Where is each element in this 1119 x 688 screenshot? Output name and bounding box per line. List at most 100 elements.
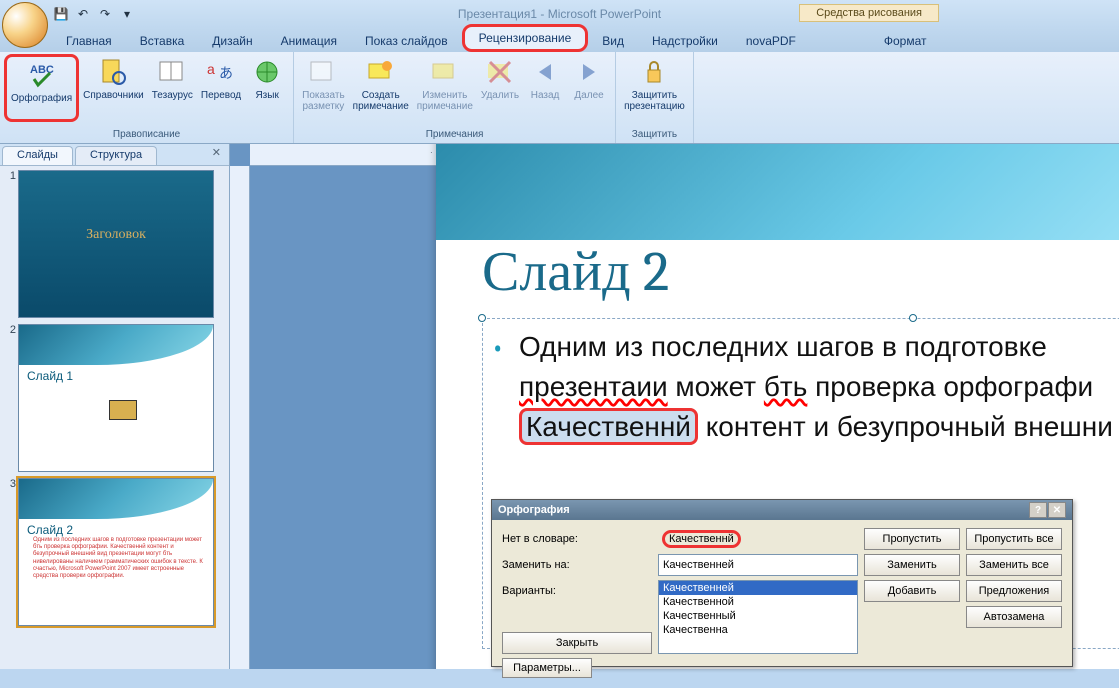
thumb-3-title: Слайд 2 xyxy=(27,523,73,537)
not-in-dict-label: Нет в словаре: xyxy=(502,533,652,545)
tab-animation[interactable]: Анимация xyxy=(267,30,351,52)
group-comments-label: Примечания xyxy=(294,127,615,143)
language-icon xyxy=(251,56,283,88)
tab-view[interactable]: Вид xyxy=(588,30,638,52)
new-comment-button[interactable]: Создать примечание xyxy=(349,54,413,122)
lock-icon xyxy=(638,56,670,88)
research-label: Справочники xyxy=(83,90,144,101)
redo-icon[interactable]: ↷ xyxy=(96,5,114,23)
tab-outline[interactable]: Структура xyxy=(75,146,157,165)
delete-comment-button[interactable]: Удалить xyxy=(477,54,523,122)
spelling-button[interactable]: ABC Орфография xyxy=(4,54,79,122)
show-markup-button[interactable]: Показать разметку xyxy=(298,54,349,122)
thumb-2-image xyxy=(109,400,137,420)
variant-3[interactable]: Качественный xyxy=(659,609,857,623)
quick-access-toolbar: 💾 ↶ ↷ ▾ xyxy=(52,5,136,23)
prev-comment-button[interactable]: Назад xyxy=(523,54,567,122)
thumb-3[interactable]: 3 Слайд 2 Одним из последних шагов в под… xyxy=(4,478,225,626)
thesaurus-label: Тезаурус xyxy=(152,90,193,101)
change-button[interactable]: Заменить xyxy=(864,554,960,576)
edit-comment-button[interactable]: Изменить примечание xyxy=(413,54,477,122)
selection-handle[interactable] xyxy=(909,314,917,322)
selection-handle[interactable] xyxy=(478,314,486,322)
delete-icon xyxy=(484,56,516,88)
variant-2[interactable]: Качественной xyxy=(659,595,857,609)
variants-list[interactable]: Качественней Качественной Качественный К… xyxy=(658,580,858,654)
group-comments: Показать разметку Создать примечание Изм… xyxy=(294,52,616,143)
change-all-button[interactable]: Заменить все xyxy=(966,554,1062,576)
variant-1[interactable]: Качественней xyxy=(659,581,857,595)
change-to-input[interactable] xyxy=(658,554,858,576)
tab-home[interactable]: Главная xyxy=(52,30,126,52)
tab-slideshow[interactable]: Показ слайдов xyxy=(351,30,462,52)
tab-design[interactable]: Дизайн xyxy=(198,30,266,52)
research-icon xyxy=(97,56,129,88)
options-button[interactable]: Параметры... xyxy=(502,658,592,678)
thumbnail-list: 1 Заголовок 2 Слайд 1 3 Слайд 2 Одним xyxy=(0,166,229,669)
slide-panel: Слайды Структура ✕ 1 Заголовок 2 Слайд 1 xyxy=(0,144,230,669)
protect-button[interactable]: Защитить презентацию xyxy=(620,54,689,122)
new-comment-label: Создать примечание xyxy=(353,90,409,112)
autocorrect-button[interactable]: Автозамена xyxy=(966,606,1062,628)
spelling-label: Орфография xyxy=(11,93,72,104)
save-icon[interactable]: 💾 xyxy=(52,5,70,23)
group-protect: Защитить презентацию Защитить xyxy=(616,52,694,143)
group-proofing-label: Правописание xyxy=(0,127,293,143)
thumb-1[interactable]: 1 Заголовок xyxy=(4,170,225,318)
research-button[interactable]: Справочники xyxy=(79,54,148,122)
tab-slides[interactable]: Слайды xyxy=(2,146,73,165)
prev-label: Назад xyxy=(531,90,560,101)
dialog-title-text: Орфография xyxy=(498,504,570,516)
change-to-label: Заменить на: xyxy=(502,559,652,571)
highlighted-misspelling: Качественнй xyxy=(519,408,698,445)
dialog-body: Нет в словаре: Качественнй Пропустить Пр… xyxy=(492,520,1072,688)
edit-comment-label: Изменить примечание xyxy=(417,90,473,112)
thumb-3-body: Одним из последних шагов в подготовке пр… xyxy=(33,537,205,580)
panel-close-icon[interactable]: ✕ xyxy=(208,144,225,165)
thumb-2-title: Слайд 1 xyxy=(27,369,73,383)
protect-label: Защитить презентацию xyxy=(624,90,685,112)
dialog-help-icon[interactable]: ? xyxy=(1029,502,1047,518)
spelling-dialog: Орфография ? ✕ Нет в словаре: Качественн… xyxy=(491,499,1073,667)
tab-addins[interactable]: Надстройки xyxy=(638,30,732,52)
prev-icon xyxy=(529,56,561,88)
edit-comment-icon xyxy=(429,56,461,88)
translate-icon: aあ xyxy=(205,56,237,88)
show-markup-label: Показать разметку xyxy=(302,90,345,112)
not-in-dict-value: Качественнй xyxy=(658,528,858,550)
office-button[interactable] xyxy=(2,2,48,48)
undo-icon[interactable]: ↶ xyxy=(74,5,92,23)
ignore-button[interactable]: Пропустить xyxy=(864,528,960,550)
translate-button[interactable]: aあ Перевод xyxy=(197,54,245,122)
qat-more-icon[interactable]: ▾ xyxy=(118,5,136,23)
add-button[interactable]: Добавить xyxy=(864,580,960,602)
panel-tabs: Слайды Структура ✕ xyxy=(0,144,229,166)
dialog-close-icon[interactable]: ✕ xyxy=(1048,502,1066,518)
spelling-icon: ABC xyxy=(26,59,58,91)
delete-label: Удалить xyxy=(481,90,519,101)
svg-text:あ: あ xyxy=(219,65,233,81)
tab-insert[interactable]: Вставка xyxy=(126,30,199,52)
tab-review[interactable]: Рецензирование xyxy=(462,24,589,52)
next-comment-button[interactable]: Далее xyxy=(567,54,611,122)
translate-label: Перевод xyxy=(201,90,241,101)
ribbon-tab-strip: Главная Вставка Дизайн Анимация Показ сл… xyxy=(0,28,1119,52)
thumb-2[interactable]: 2 Слайд 1 xyxy=(4,324,225,472)
tab-novapdf[interactable]: novaPDF xyxy=(732,30,810,52)
language-button[interactable]: Язык xyxy=(245,54,289,122)
contextual-tab-label: Средства рисования xyxy=(799,4,939,22)
ruler-vertical xyxy=(230,166,250,669)
suggest-button[interactable]: Предложения xyxy=(966,580,1062,602)
variant-4[interactable]: Качественна xyxy=(659,623,857,637)
language-label: Язык xyxy=(255,90,278,101)
dialog-titlebar[interactable]: Орфография ? ✕ xyxy=(492,500,1072,520)
markup-icon xyxy=(307,56,339,88)
close-button[interactable]: Закрыть xyxy=(502,632,652,654)
thesaurus-button[interactable]: Тезаурус xyxy=(148,54,197,122)
window-title: Презентация1 - Microsoft PowerPoint xyxy=(458,7,661,21)
slide-title[interactable]: Слайд 2 xyxy=(482,240,669,304)
ribbon: ABC Орфография Справочники Тезаурус aあ П… xyxy=(0,52,1119,144)
tab-format[interactable]: Формат xyxy=(870,30,941,52)
ignore-all-button[interactable]: Пропустить все xyxy=(966,528,1062,550)
next-icon xyxy=(573,56,605,88)
